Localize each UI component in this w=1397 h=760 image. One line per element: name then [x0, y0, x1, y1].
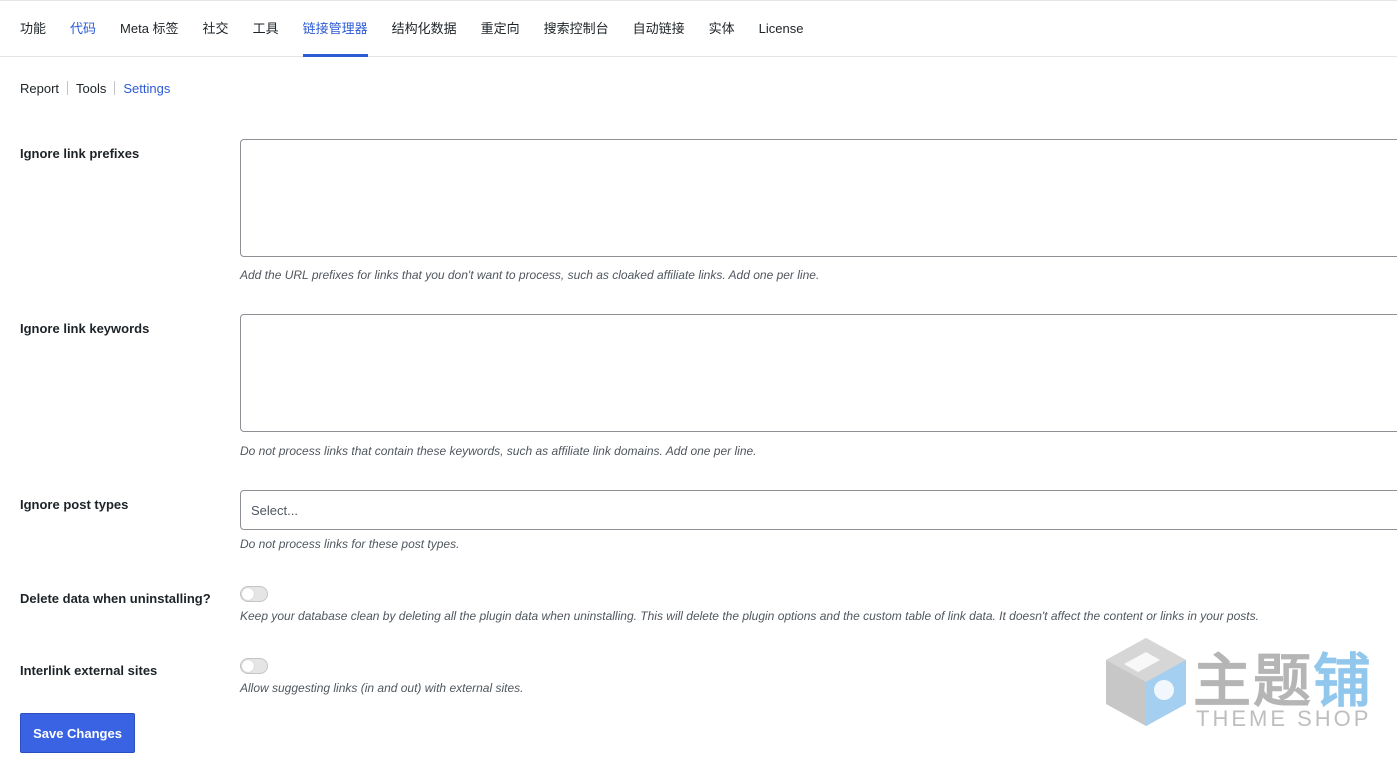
tab-schema[interactable]: 结构化数据 [392, 1, 457, 57]
watermark-cn-main: 主题 [1193, 649, 1314, 714]
subnav-report[interactable]: Report [20, 81, 59, 96]
subnav-divider [114, 81, 116, 95]
save-changes-button[interactable]: Save Changes [20, 713, 135, 753]
ignore-prefixes-label: Ignore link prefixes [20, 146, 140, 161]
tab-meta-tags[interactable]: Meta 标签 [120, 1, 179, 57]
sub-navigation: Report Tools Settings [20, 79, 170, 97]
post-types-select[interactable]: Select... [240, 490, 1397, 530]
tab-search-console[interactable]: 搜索控制台 [544, 1, 609, 57]
tab-auto-links[interactable]: 自动链接 [633, 1, 685, 57]
delete-data-toggle[interactable] [240, 586, 268, 602]
tab-link-manager[interactable]: 链接管理器 [302, 1, 368, 57]
toggle-knob [242, 660, 254, 672]
tab-entities[interactable]: 实体 [709, 1, 735, 57]
subnav-divider [67, 81, 69, 95]
ignore-keywords-label: Ignore link keywords [20, 321, 150, 336]
interlink-external-description: Allow suggesting links (in and out) with… [240, 681, 524, 695]
subnav-tools[interactable]: Tools [76, 81, 106, 96]
ignore-prefixes-description: Add the URL prefixes for links that you … [240, 268, 820, 282]
interlink-external-toggle[interactable] [240, 658, 268, 674]
interlink-external-label: Interlink external sites [20, 663, 158, 678]
main-tabs: 功能 代码 Meta 标签 社交 工具 链接管理器 结构化数据 重定向 搜索控制… [20, 1, 827, 57]
tab-social[interactable]: 社交 [203, 1, 229, 57]
ignore-post-types-description: Do not process links for these post type… [240, 537, 460, 551]
tab-code[interactable]: 代码 [70, 1, 96, 57]
tab-redirects[interactable]: 重定向 [481, 1, 520, 57]
tab-features[interactable]: 功能 [20, 1, 46, 57]
toggle-knob [242, 588, 254, 600]
theme-shop-watermark: 主题铺 THEME SHOP [1098, 632, 1378, 732]
delete-data-description: Keep your database clean by deleting all… [240, 609, 1259, 623]
tab-tools[interactable]: 工具 [253, 1, 279, 57]
delete-data-label: Delete data when uninstalling? [20, 591, 211, 606]
ignore-prefixes-textarea[interactable] [240, 139, 1397, 257]
top-tab-bar: 功能 代码 Meta 标签 社交 工具 链接管理器 结构化数据 重定向 搜索控制… [0, 0, 1397, 57]
theme-shop-logo-icon [1106, 638, 1186, 726]
watermark-en-text: THEME SHOP [1196, 706, 1372, 731]
tab-license[interactable]: License [759, 1, 804, 57]
post-types-select-placeholder: Select... [251, 503, 298, 518]
subnav-settings[interactable]: Settings [123, 81, 170, 96]
watermark-cn-accent: 铺 [1313, 649, 1374, 714]
ignore-post-types-label: Ignore post types [20, 497, 129, 512]
ignore-keywords-description: Do not process links that contain these … [240, 444, 757, 458]
ignore-keywords-textarea[interactable] [240, 314, 1397, 432]
